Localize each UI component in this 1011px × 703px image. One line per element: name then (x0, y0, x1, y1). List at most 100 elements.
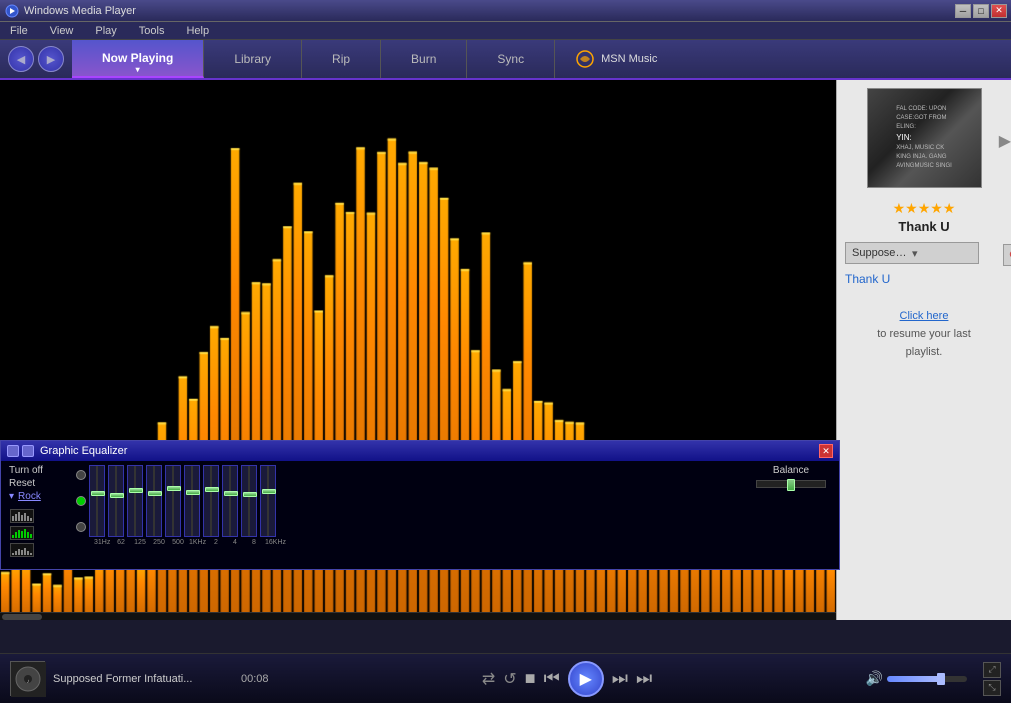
transport-time: 00:08 (241, 673, 269, 685)
transport-track-info: Supposed Former Infatuati... (53, 673, 233, 685)
eq-radio-3[interactable] (76, 522, 86, 532)
eq-mini-spectrum-1 (10, 509, 34, 523)
balance-track[interactable] (756, 480, 826, 488)
click-here-link[interactable]: Click here (877, 310, 971, 322)
sliders-wrapper (89, 465, 276, 537)
eq-band-label-0: 31Hz (94, 539, 110, 546)
eq-slider-handle-1[interactable] (110, 493, 124, 498)
menu-tools[interactable]: Tools (133, 22, 171, 39)
tab-burn[interactable]: Burn (381, 40, 467, 78)
playlist-refresh-button[interactable]: ↺ (1003, 244, 1011, 266)
eq-slider-handle-5[interactable] (186, 490, 200, 495)
eq-radio-1[interactable] (76, 470, 86, 480)
tab-now-playing[interactable]: Now Playing (72, 40, 204, 78)
menu-view[interactable]: View (44, 22, 80, 39)
eq-reset-button[interactable]: Reset (9, 478, 64, 489)
minimize-view-button[interactable]: ⤡ (983, 680, 1001, 696)
eq-band-label-1: 62 (113, 539, 129, 546)
eq-band-label-5: 1KHz (189, 539, 205, 546)
tab-library[interactable]: Library (204, 40, 302, 78)
eq-slider-6[interactable] (203, 465, 219, 537)
transport-track-name: Supposed Former Infatuati... (53, 673, 192, 685)
eq-band-label-6: 2 (208, 539, 224, 546)
menu-file[interactable]: File (4, 22, 34, 39)
fast-forward-button[interactable]: ⏭ (636, 668, 652, 689)
eq-slider-2[interactable] (127, 465, 143, 537)
eq-slider-5[interactable] (184, 465, 200, 537)
equalizer-title: Graphic Equalizer (40, 445, 127, 457)
title-bar: Windows Media Player ─ □ ✕ (0, 0, 1011, 22)
play-pause-button[interactable]: ▶ (568, 661, 604, 697)
main-content: FAL CODE: UPON CASE:GOT FROM ELING: YIN:… (0, 80, 1011, 620)
equalizer-close-button[interactable]: ✕ (819, 444, 833, 458)
playlist-name: Supposed Former Inf... (852, 247, 912, 259)
volume-track[interactable] (887, 676, 967, 682)
eq-slider-handle-0[interactable] (91, 491, 105, 496)
eq-slider-handle-7[interactable] (224, 491, 238, 496)
current-track-label: Thank U (845, 272, 1003, 286)
next-button[interactable]: ⏭ (612, 668, 628, 689)
eq-icon-1[interactable] (7, 445, 19, 457)
volume-handle[interactable] (937, 673, 945, 685)
tab-area: Now Playing Library Rip Burn Sync MSN Mu… (72, 40, 677, 78)
eq-slider-7[interactable] (222, 465, 238, 537)
eq-slider-0[interactable] (89, 465, 105, 537)
eq-slider-handle-4[interactable] (167, 486, 181, 491)
forward-button[interactable]: ▶ (38, 46, 64, 72)
msn-music-label: MSN Music (601, 53, 657, 65)
tab-rip[interactable]: Rip (302, 40, 381, 78)
eq-slider-handle-9[interactable] (262, 489, 276, 494)
minimize-button[interactable]: ─ (955, 4, 971, 18)
fullscreen-button[interactable]: ⤢ (983, 662, 1001, 678)
back-button[interactable]: ◀ (8, 46, 34, 72)
eq-slider-handle-3[interactable] (148, 491, 162, 496)
tab-msn-music[interactable]: MSN Music (555, 40, 677, 78)
menu-play[interactable]: Play (89, 22, 122, 39)
balance-label: Balance (773, 465, 809, 476)
window-controls: ─ □ ✕ (955, 4, 1007, 18)
album-art: FAL CODE: UPON CASE:GOT FROM ELING: YIN:… (867, 88, 982, 188)
star-rating[interactable]: ★★★★★ (893, 200, 956, 217)
eq-slider-8[interactable] (241, 465, 257, 537)
eq-slider-9[interactable] (260, 465, 276, 537)
now-playing-title: Thank U (898, 219, 949, 234)
equalizer-controls: Turn off Reset ▾ Rock (1, 461, 839, 562)
menu-help[interactable]: Help (180, 22, 215, 39)
eq-band-label-7: 4 (227, 539, 243, 546)
balance-handle[interactable] (787, 479, 795, 491)
maximize-button[interactable]: □ (973, 4, 989, 18)
tab-sync[interactable]: Sync (467, 40, 555, 78)
scroll-thumb[interactable] (2, 614, 42, 620)
eq-band-labels: 31Hz621252505001KHz24816KHz (76, 539, 739, 546)
eq-icon-2[interactable] (22, 445, 34, 457)
eq-preset-selector[interactable]: ▾ Rock (9, 491, 64, 502)
previous-button[interactable]: ⏮ (544, 668, 560, 689)
eq-band-label-4: 500 (170, 539, 186, 546)
nav-buttons: ◀ ▶ (0, 46, 72, 72)
volume-icon: 🔊 (866, 670, 883, 687)
eq-slider-3[interactable] (146, 465, 162, 537)
eq-slider-handle-2[interactable] (129, 488, 143, 493)
shuffle-button[interactable]: ⇄ (482, 669, 495, 689)
right-panel: FAL CODE: UPON CASE:GOT FROM ELING: YIN:… (836, 80, 1011, 620)
eq-band-label-8: 8 (246, 539, 262, 546)
next-panel-button[interactable]: ▶ (999, 131, 1011, 151)
view-controls: ⤢ ⤡ (983, 662, 1001, 696)
equalizer-title-bar: Graphic Equalizer ✕ (1, 441, 839, 461)
eq-preset-arrow: ▾ (9, 491, 14, 502)
resume-playlist-text: to resume your lastplaylist. (877, 326, 971, 361)
eq-slider-4[interactable] (165, 465, 181, 537)
eq-radio-2[interactable] (76, 496, 86, 506)
eq-slider-handle-8[interactable] (243, 492, 257, 497)
eq-band-label-9: 16KHz (265, 539, 281, 546)
eq-slider-1[interactable] (108, 465, 124, 537)
visualizer-scrollbar[interactable] (0, 612, 836, 620)
eq-sliders-area: 31Hz621252505001KHz24816KHz (76, 465, 739, 546)
repeat-button[interactable]: ↺ (503, 669, 516, 689)
playlist-dropdown[interactable]: Supposed Former Inf... ▾ (845, 242, 979, 264)
eq-turnoff-button[interactable]: Turn off (9, 465, 64, 476)
close-button[interactable]: ✕ (991, 4, 1007, 18)
eq-slider-handle-6[interactable] (205, 487, 219, 492)
eq-band-label-2: 125 (132, 539, 148, 546)
stop-button[interactable]: ■ (525, 668, 536, 689)
